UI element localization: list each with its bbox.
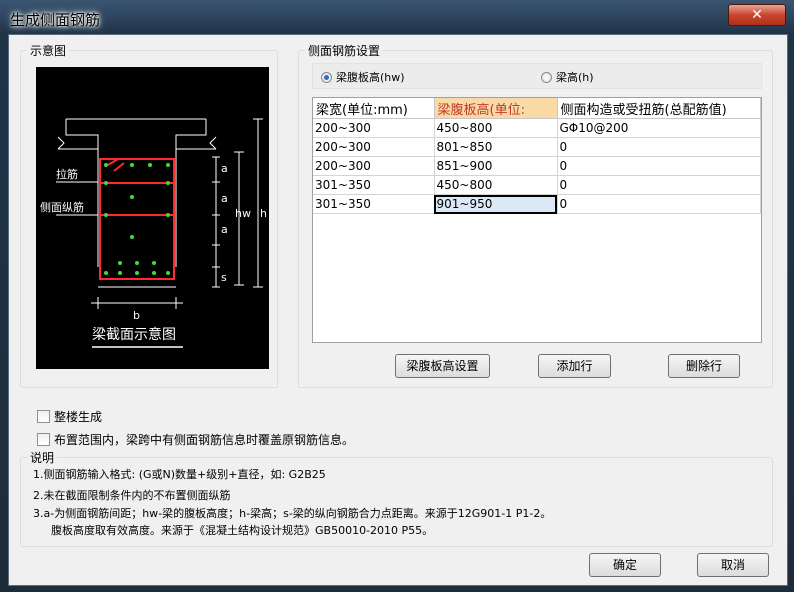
description-line-4: 腹板高度取有效高度。来源于《混凝土结构设计规范》GB50010-2010 P55… (51, 524, 434, 537)
delete-row-button[interactable]: 删除行 (668, 354, 740, 378)
label-a1: a (221, 162, 228, 175)
close-button[interactable]: ✕ (728, 4, 786, 26)
table-cell[interactable]: 0 (557, 175, 761, 195)
beam-section-svg: 拉筋 侧面纵筋 b a a a hw h s 梁截面示意图 (40, 118, 267, 348)
radio-web-height-label: 梁腹板高(hw) (336, 71, 405, 84)
col-header-side-rebar[interactable]: 侧面构造或受扭筋(总配筋值) (557, 98, 761, 119)
flange-outline-left (65, 119, 99, 267)
table-row[interactable]: 200~300 801~850 0 (313, 137, 761, 157)
web-height-settings-button[interactable]: 梁腹板高设置 (395, 354, 490, 378)
table-cell-active[interactable]: 901~950 (434, 194, 558, 214)
rebar-settings-table: 梁宽(单位:mm) 梁腹板高(单位: 侧面构造或受扭筋(总配筋值) 200~30… (313, 98, 761, 214)
table-cell[interactable]: 200~300 (313, 156, 435, 176)
settings-legend: 侧面钢筋设置 (308, 44, 381, 58)
window-title: 生成侧面钢筋 (10, 11, 101, 29)
label-a3: a (221, 223, 228, 236)
table-cell[interactable]: 0 (557, 194, 761, 214)
table-row[interactable]: 301~350 450~800 0 (313, 175, 761, 195)
description-legend: 说明 (30, 451, 55, 465)
table-cell[interactable]: 0 (557, 137, 761, 157)
label-b: b (133, 309, 140, 322)
break-lines (57, 136, 217, 150)
label-tie: 拉筋 (56, 167, 78, 181)
description-line-2: 2.未在截面限制条件内的不布置侧面纵筋 (33, 489, 231, 502)
radio-web-height[interactable]: 梁腹板高(hw) (321, 69, 405, 85)
label-s: s (221, 271, 227, 284)
table-cell[interactable]: 301~350 (313, 175, 435, 195)
beam-section-diagram: 拉筋 侧面纵筋 b a a a hw h s 梁截面示意图 (36, 67, 269, 369)
dialog-client: 示意图 拉筋 侧面纵筋 b a a a hw h s 梁截面示意图 侧面钢筋设置… (8, 34, 788, 586)
add-row-button[interactable]: 添加行 (538, 354, 611, 378)
description-line-1: 1.侧面钢筋输入格式: (G或N)数量+级别+直径，如: G2B25 (33, 468, 326, 481)
col-header-width[interactable]: 梁宽(单位:mm) (313, 98, 435, 119)
table-cell[interactable]: 0 (557, 156, 761, 176)
label-h: h (260, 207, 267, 220)
stirrup-hook (107, 158, 125, 172)
table-cell[interactable]: 450~800 (434, 175, 558, 195)
radio-beam-height-label: 梁高(h) (556, 71, 594, 84)
overwrite-checkbox[interactable]: 布置范围内，梁跨中有侧面钢筋信息时覆盖原钢筋信息。 (37, 431, 354, 448)
radio-beam-height[interactable]: 梁高(h) (541, 69, 594, 85)
table-cell[interactable]: 200~300 (313, 137, 435, 157)
dialog-window: 生成侧面钢筋 ✕ 示意图 拉筋 侧面纵筋 b a a a hw h s 梁截面示… (0, 0, 794, 592)
whole-building-checkbox[interactable]: 整楼生成 (37, 408, 102, 425)
table-cell[interactable]: 200~300 (313, 118, 435, 138)
ok-button[interactable]: 确定 (589, 553, 661, 577)
radio-web-height-dot[interactable] (321, 71, 332, 83)
whole-building-label: 整楼生成 (54, 410, 103, 424)
table-row[interactable]: 301~350 901~950 0 (313, 194, 761, 214)
col-header-web-height[interactable]: 梁腹板高(单位: (434, 98, 558, 119)
table-cell[interactable]: 851~900 (434, 156, 558, 176)
radio-beam-height-dot[interactable] (541, 71, 552, 83)
table-row[interactable]: 200~300 450~800 GΦ10@200 (313, 118, 761, 138)
flange-outline-right (175, 119, 207, 267)
diagram-caption: 梁截面示意图 (92, 326, 176, 343)
label-hw: hw (235, 207, 251, 220)
whole-building-box[interactable] (37, 410, 50, 423)
description-line-3: 3.a-为侧面钢筋间距；hw-梁的腹板高度；h-梁高；s-梁的纵向钢筋合力点距离… (33, 507, 552, 520)
overwrite-label: 布置范围内，梁跨中有侧面钢筋信息时覆盖原钢筋信息。 (54, 433, 355, 447)
table-header-row: 梁宽(单位:mm) 梁腹板高(单位: 侧面构造或受扭筋(总配筋值) (313, 98, 761, 119)
title-bar: 生成侧面钢筋 ✕ (0, 0, 794, 34)
rebar-dots (104, 163, 170, 275)
label-a2: a (221, 192, 228, 205)
table-cell[interactable]: GΦ10@200 (557, 118, 761, 138)
table-cell[interactable]: 801~850 (434, 137, 558, 157)
overwrite-box[interactable] (37, 433, 50, 446)
table-row[interactable]: 200~300 851~900 0 (313, 156, 761, 176)
table-cell[interactable]: 301~350 (313, 194, 435, 214)
diagram-legend: 示意图 (30, 44, 67, 58)
cancel-button[interactable]: 取消 (697, 553, 769, 577)
rebar-settings-grid[interactable]: 梁宽(单位:mm) 梁腹板高(单位: 侧面构造或受扭筋(总配筋值) 200~30… (312, 97, 762, 343)
label-side-bar: 侧面纵筋 (40, 200, 84, 214)
table-cell[interactable]: 450~800 (434, 118, 558, 138)
height-mode-bar: 梁腹板高(hw) 梁高(h) (312, 63, 762, 89)
